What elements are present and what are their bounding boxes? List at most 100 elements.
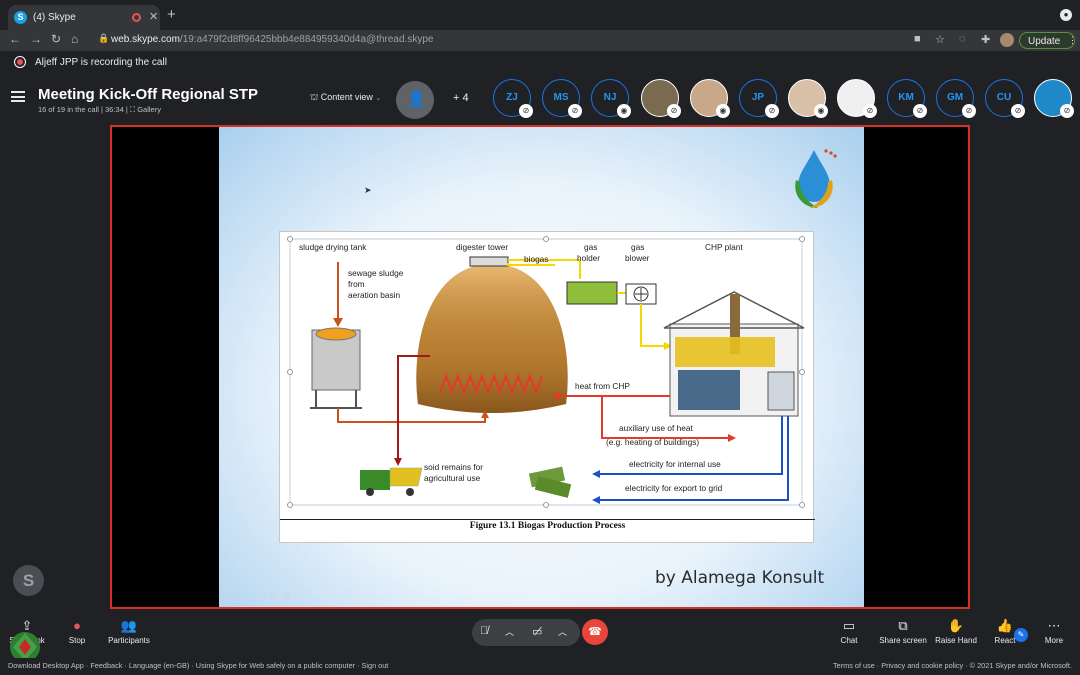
more-button[interactable]: ⋯ More [1040, 618, 1068, 645]
caption-rule [280, 519, 815, 520]
browser-menu-icon[interactable]: ● [1060, 9, 1072, 21]
shared-screen-stage: ➤ sludge drying tank sewage sludge from … [110, 125, 970, 609]
more-dots-icon: ⋯ [1047, 618, 1061, 633]
recording-indicator-icon [132, 13, 141, 22]
label-biogas: biogas [524, 254, 549, 264]
chat-icon: ▭ [842, 618, 856, 633]
label-gas-blower-2: blower [625, 253, 650, 263]
page-footer: Download Desktop App · Feedback · Langua… [0, 658, 1080, 675]
chat-label: Chat [840, 636, 858, 645]
label-aeration: aeration basin [348, 290, 401, 300]
people-icon: 👥 [120, 618, 138, 633]
participant-avatar[interactable]: CU ⊘ [985, 79, 1025, 118]
participant-avatar[interactable]: GM ⊘ [936, 79, 976, 118]
reload-icon[interactable]: ↻ [51, 32, 61, 46]
label-from: from [348, 279, 365, 289]
mic-camera-group: 🎙̸ ︿ ▭̸ ︿ [472, 619, 580, 646]
camera-options-chevron-icon[interactable]: ︿ [558, 625, 567, 638]
label-solid-2: agricultural use [424, 473, 481, 483]
label-gas-holder-2: holder [577, 253, 601, 263]
company-logo [795, 149, 837, 208]
mic-muted-icon: ⊘ [913, 104, 927, 118]
figure-caption: Figure 13.1 Biogas Production Process [469, 521, 626, 531]
participant-avatar[interactable]: KM ⊘ [887, 79, 927, 118]
label-chp: CHP plant [705, 242, 743, 252]
label-sewage: sewage sludge [348, 268, 404, 278]
slide-byline: by Alamega Konsult [655, 568, 825, 588]
edit-icon[interactable]: ✎ [1014, 628, 1028, 642]
slide-toolbar[interactable]: ◁ ▷ ◌ ◌ ⊕ ⊖ ⋯ [219, 591, 309, 602]
chat-button[interactable]: ▭ Chat [836, 618, 862, 645]
mic-muted-icon: ⊘ [519, 104, 533, 118]
footer-links-right[interactable]: Terms of use · Privacy and cookie policy… [833, 661, 1072, 670]
participant-avatar[interactable]: ⊘ [641, 79, 681, 118]
hand-icon: ✋ [947, 618, 965, 633]
more-participants-count[interactable]: + 4 [453, 92, 469, 104]
mic-muted-icon: ⊘ [1060, 104, 1074, 118]
tab-title: (4) Skype [33, 12, 76, 23]
home-icon[interactable]: ⌂ [71, 32, 78, 46]
share-screen-label: Share screen [879, 636, 927, 645]
label-gas-blower-1: gas [631, 242, 645, 252]
participant-avatar[interactable]: ⊘ [837, 79, 877, 118]
participants-button[interactable]: 👥 Participants [106, 618, 152, 645]
stop-recording-button[interactable]: ● Stop [64, 618, 90, 645]
back-icon[interactable]: ← [9, 32, 21, 46]
browser-tab[interactable]: S (4) Skype ✕ [8, 5, 160, 30]
camera-icon[interactable]: ■ [914, 33, 921, 45]
participant-avatar[interactable]: ZJ ⊘ [493, 79, 533, 118]
new-tab-button[interactable]: + [167, 6, 176, 23]
label-aux-heat: auxiliary use of heat [619, 423, 693, 433]
add-person-icon: 👤 [407, 91, 426, 108]
participant-avatar[interactable]: ⊘ [1034, 79, 1074, 118]
end-call-button[interactable]: ☎ [582, 619, 608, 645]
mic-muted-icon: ⊘ [962, 104, 976, 118]
menu-icon[interactable] [11, 91, 25, 102]
mic-muted-icon: ⊘ [765, 104, 779, 118]
label-digester: digester tower [456, 242, 509, 252]
address-bar[interactable]: 🔒 web.skype.com/19:a479f2d8ff96425bbb4e8… [90, 32, 920, 49]
mic-muted-icon[interactable]: 🎙̸ [480, 625, 488, 637]
label-gas-holder-1: gas [584, 242, 598, 252]
participant-avatar[interactable]: MS ⊘ [542, 79, 582, 118]
profile-avatar[interactable] [1000, 33, 1014, 47]
biogas-figure: sludge drying tank sewage sludge from ae… [279, 231, 815, 543]
content-view-dropdown[interactable]: ⛫ Content view ⌄ [310, 92, 381, 104]
label-sludge-tank: sludge drying tank [299, 242, 367, 252]
label-elec-internal: electricity for internal use [629, 459, 721, 469]
puzzle-icon[interactable]: ✚ [981, 33, 990, 46]
chevron-down-icon: ⌄ [375, 95, 382, 102]
mic-options-chevron-icon[interactable]: ︿ [505, 625, 514, 638]
share-screen-icon: ⧉ [898, 618, 908, 633]
participant-avatar[interactable]: ◉ [690, 79, 730, 118]
label-aux-eg: (e.g. heating of buildings) [606, 437, 700, 447]
participant-avatar[interactable]: NJ ◉ [591, 79, 631, 118]
skype-favicon-icon: S [14, 11, 27, 24]
status-icon: ◉ [617, 104, 631, 118]
raise-hand-button[interactable]: ✋ Raise Hand [934, 618, 978, 645]
update-button[interactable]: Update ⋮ [1019, 32, 1077, 49]
meeting-subtitle: 16 of 19 in the call | 36:34 | ⛶ Gallery [38, 105, 161, 114]
label-solid-1: soid remains for [424, 462, 484, 472]
more-label: More [1044, 636, 1064, 645]
participant-avatar[interactable]: ◉ [788, 79, 828, 118]
layout-icon: ⛫ [310, 92, 319, 102]
extension-icon[interactable]: ◌ [959, 33, 966, 45]
money-icon [528, 466, 572, 498]
footer-links-left[interactable]: Download Desktop App · Feedback · Langua… [8, 661, 388, 670]
recording-banner: Aljeff JPP is recording the call [0, 51, 1080, 73]
camera-off-icon[interactable]: ▭̸ [532, 625, 542, 638]
status-icon: ◉ [716, 104, 730, 118]
raise-hand-label: Raise Hand [935, 636, 977, 645]
forward-icon[interactable]: → [30, 32, 42, 46]
participants-label: Participants [108, 636, 150, 645]
add-people-button[interactable]: 👤 [396, 81, 434, 119]
participant-avatar[interactable]: JP ⊘ [739, 79, 779, 118]
close-tab-icon[interactable]: ✕ [149, 10, 158, 23]
presentation-slide: ➤ sludge drying tank sewage sludge from … [219, 127, 864, 607]
content-view-label: Content view [320, 92, 373, 102]
star-icon[interactable]: ☆ [935, 33, 945, 46]
share-screen-button[interactable]: ⧉ Share screen [878, 618, 928, 645]
stop-record-icon: ● [73, 618, 81, 633]
mouse-cursor-icon: ➤ [364, 185, 372, 195]
